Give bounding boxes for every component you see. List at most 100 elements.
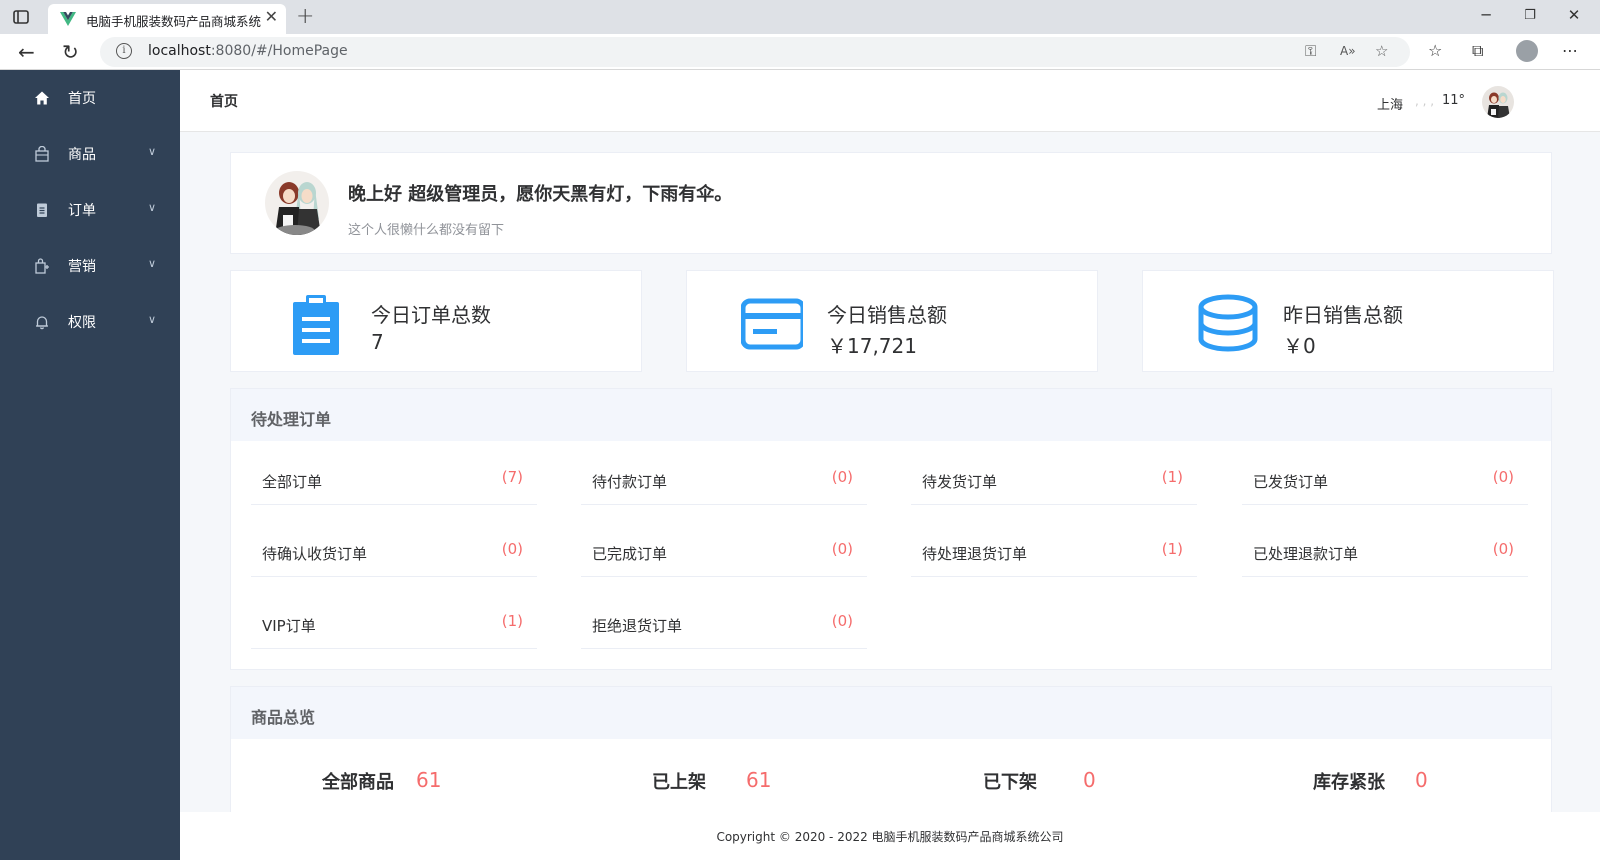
new-tab-icon[interactable]: +	[296, 4, 314, 29]
order-name: 已处理退款订单	[1253, 545, 1359, 563]
vue-logo-icon	[60, 12, 76, 26]
order-link-to-ship[interactable]: 待发货订单 (1)	[911, 455, 1197, 505]
sidebar: 首页 商品 ∨ 订单 ∨ 营销 ∨ 权限 ∨	[0, 70, 180, 860]
profile-avatar-icon[interactable]	[1516, 40, 1538, 62]
order-link-to-confirm[interactable]: 待确认收货订单 (0)	[251, 527, 537, 577]
chevron-down-icon: ∨	[148, 201, 157, 214]
goods-label: 库存紧张	[1313, 772, 1385, 793]
order-count: (0)	[1492, 468, 1514, 486]
minimize-icon[interactable]: ─	[1464, 6, 1508, 24]
order-count: (0)	[831, 468, 853, 486]
order-link-return-rejected[interactable]: 拒绝退货订单 (0)	[581, 599, 867, 649]
site-info-icon[interactable]: i	[116, 43, 132, 59]
stat-value: ￥0	[1283, 334, 1316, 358]
key-icon[interactable]: ⚿	[1305, 42, 1316, 60]
weather-rain-icon: , , ,	[1415, 94, 1435, 108]
copyright-text: Copyright © 2020 - 2022 电脑手机服装数码产品商城系统公司	[716, 830, 1064, 844]
credit-card-icon	[741, 298, 803, 350]
panel-title: 待处理订单	[251, 410, 332, 429]
stat-card-yesterday-sales: 昨日销售总额 ￥0	[1142, 270, 1554, 372]
tab-title: 电脑手机服装数码产品商城系统	[86, 14, 262, 29]
marketing-icon	[35, 258, 49, 274]
collections-icon[interactable]: ⧉	[1472, 41, 1483, 61]
order-count: (1)	[501, 612, 523, 630]
tab-actions-icon[interactable]	[12, 8, 30, 26]
anime-avatar-icon	[265, 171, 329, 235]
stat-label: 今日销售总额	[827, 303, 947, 327]
panel-title: 商品总览	[251, 708, 316, 727]
panel-header: 商品总览	[231, 687, 1551, 739]
read-aloud-icon[interactable]: A»	[1340, 44, 1356, 58]
goods-value: 61	[746, 768, 772, 792]
order-name: 待确认收货订单	[262, 545, 368, 563]
goods-bag-icon	[35, 146, 49, 162]
order-count: (0)	[501, 540, 523, 558]
restore-icon[interactable]: ❐	[1508, 8, 1552, 23]
tab-close-icon[interactable]: ✕	[265, 7, 278, 26]
order-name: 待付款订单	[592, 473, 668, 491]
order-count: (0)	[831, 612, 853, 630]
welcome-avatar	[265, 171, 329, 235]
stat-card-today-sales: 今日销售总额 ￥17,721	[686, 270, 1098, 372]
order-name: 拒绝退货订单	[592, 617, 683, 635]
order-name: VIP订单	[262, 617, 316, 635]
order-name: 已完成订单	[592, 545, 668, 563]
sidebar-item-permissions[interactable]: 权限 ∨	[0, 294, 180, 350]
chevron-down-icon: ∨	[148, 257, 157, 270]
coin-stack-icon	[1198, 294, 1258, 352]
order-link-completed[interactable]: 已完成订单 (0)	[581, 527, 867, 577]
url-text: localhost:8080/#/HomePage	[148, 43, 348, 59]
order-link-unpaid[interactable]: 待付款订单 (0)	[581, 455, 867, 505]
sidebar-item-orders[interactable]: 订单 ∨	[0, 182, 180, 238]
favorites-icon[interactable]: ☆	[1428, 41, 1442, 60]
pending-orders-panel: 待处理订单 全部订单 (7) 待付款订单 (0) 待发货订单 (1) 已发货订单…	[230, 388, 1552, 670]
stat-label: 昨日销售总额	[1283, 303, 1403, 327]
anime-avatar-icon	[1482, 86, 1514, 118]
order-link-vip[interactable]: VIP订单 (1)	[251, 599, 537, 649]
order-name: 已发货订单	[1253, 473, 1329, 491]
welcome-title: 晚上好 超级管理员，愿你天黑有灯，下雨有伞。	[348, 184, 733, 205]
weather-city: 上海	[1377, 98, 1404, 113]
sidebar-item-marketing[interactable]: 营销 ∨	[0, 238, 180, 294]
order-link-all[interactable]: 全部订单 (7)	[251, 455, 537, 505]
order-list-icon	[37, 203, 47, 217]
favorite-add-icon[interactable]: ☆	[1375, 42, 1388, 60]
welcome-subtitle: 这个人很懒什么都没有留下	[348, 223, 505, 238]
url-host: localhost	[148, 43, 211, 59]
top-header: 首页 上海 , , , 11°	[180, 70, 1600, 132]
sidebar-item-home[interactable]: 首页	[0, 70, 180, 126]
chevron-down-icon: ∨	[148, 313, 157, 326]
more-menu-icon[interactable]: ⋯	[1562, 41, 1578, 60]
user-avatar[interactable]	[1482, 86, 1514, 118]
footer: Copyright © 2020 - 2022 电脑手机服装数码产品商城系统公司	[180, 812, 1600, 860]
sidebar-item-label: 订单	[68, 203, 96, 219]
goods-label: 已下架	[983, 772, 1037, 793]
goods-label: 全部商品	[322, 772, 394, 793]
breadcrumb[interactable]: 首页	[210, 91, 238, 111]
sidebar-item-goods[interactable]: 商品 ∨	[0, 126, 180, 182]
clipboard-icon	[293, 295, 339, 355]
browser-tab[interactable]: 电脑手机服装数码产品商城系统 ✕	[48, 4, 286, 34]
order-count: (1)	[1161, 468, 1183, 486]
stat-value: 7	[371, 330, 384, 354]
reload-icon[interactable]: ↻	[62, 40, 79, 64]
order-link-shipped[interactable]: 已发货订单 (0)	[1242, 455, 1528, 505]
order-link-refund-processed[interactable]: 已处理退款订单 (0)	[1242, 527, 1528, 577]
goods-value: 0	[1083, 768, 1096, 792]
window-close-icon[interactable]: ✕	[1552, 6, 1596, 24]
stat-label: 今日订单总数	[371, 303, 491, 327]
order-name: 全部订单	[262, 473, 323, 491]
order-name: 待处理退货订单	[922, 545, 1028, 563]
stat-value: ￥17,721	[827, 334, 917, 358]
browser-address-bar: ← ↻ i localhost:8080/#/HomePage ⚿ A» ☆ ☆…	[0, 34, 1600, 70]
sidebar-item-label: 商品	[68, 147, 96, 163]
order-count: (7)	[501, 468, 523, 486]
bell-icon	[36, 316, 48, 330]
chevron-down-icon: ∨	[148, 145, 157, 158]
order-link-return-pending[interactable]: 待处理退货订单 (1)	[911, 527, 1197, 577]
back-icon[interactable]: ←	[18, 40, 35, 64]
stat-card-today-orders: 今日订单总数 7	[230, 270, 642, 372]
url-field[interactable]: i localhost:8080/#/HomePage ⚿ A» ☆	[100, 37, 1410, 67]
sidebar-item-label: 权限	[68, 315, 96, 331]
browser-tab-bar: 电脑手机服装数码产品商城系统 ✕ + ─ ❐ ✕	[0, 0, 1600, 34]
